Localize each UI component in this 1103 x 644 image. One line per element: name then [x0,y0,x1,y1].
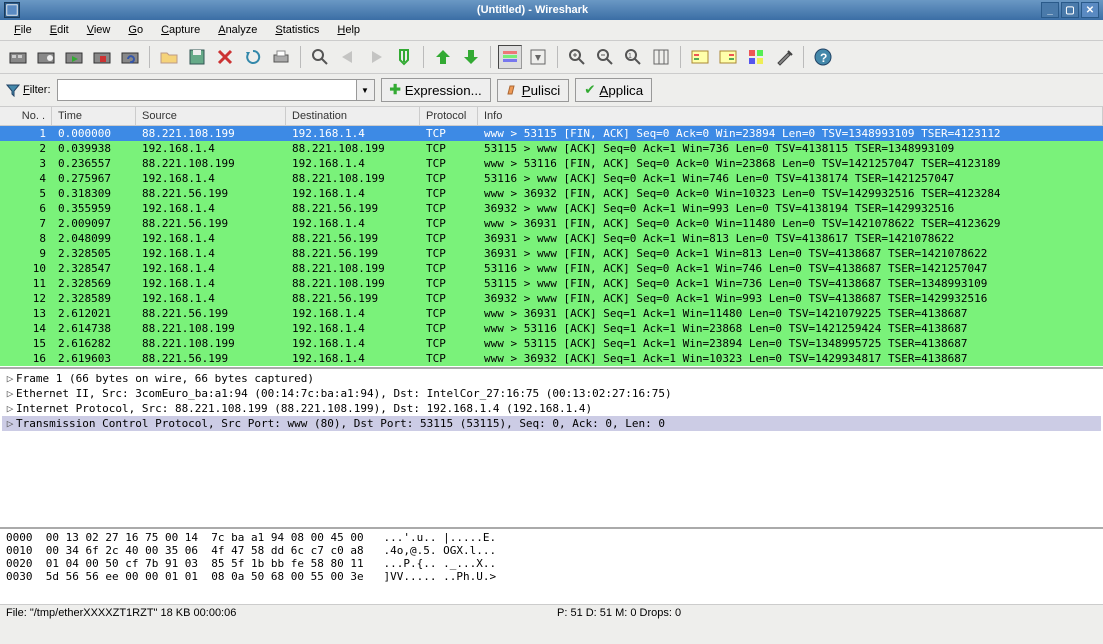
zoom-out-icon[interactable] [593,45,617,69]
col-header-time[interactable]: Time [52,107,136,125]
col-header-no[interactable]: No. . [0,107,52,125]
menu-capture[interactable]: Capture [153,22,208,38]
open-icon[interactable] [157,45,181,69]
filter-input[interactable] [57,79,357,101]
packet-details[interactable]: ▷ Frame 1 (66 bytes on wire, 66 bytes ca… [0,369,1103,529]
tree-toggle-icon[interactable]: ▷ [4,417,16,430]
status-right [837,607,1097,619]
hex-row[interactable]: 0030 5d 56 56 ee 00 00 01 01 08 0a 50 68… [6,570,1097,583]
reload-icon[interactable] [241,45,265,69]
hex-row[interactable]: 0020 01 04 00 50 cf 7b 91 03 85 5f 1b bb… [6,557,1097,570]
colorize-icon[interactable] [498,45,522,69]
coloring-rules-icon[interactable] [744,45,768,69]
filter-icon [6,83,20,97]
filter-bar: Filter: ▼ ✚ Expression... Pulisci ✔ Appl… [0,74,1103,107]
packet-row[interactable]: 50.31830988.221.56.199192.168.1.4TCPwww … [0,186,1103,201]
packet-row[interactable]: 92.328505192.168.1.488.221.56.199TCP3693… [0,246,1103,261]
expression-button[interactable]: ✚ Expression... [381,78,491,102]
packet-row[interactable]: 40.275967192.168.1.488.221.108.199TCP531… [0,171,1103,186]
capture-filters-icon[interactable] [688,45,712,69]
maximize-button[interactable]: ▢ [1061,2,1079,18]
packet-list[interactable]: No. . Time Source Destination Protocol I… [0,107,1103,369]
save-icon[interactable] [185,45,209,69]
packet-row[interactable]: 162.61960388.221.56.199192.168.1.4TCPwww… [0,351,1103,366]
go-to-packet-icon[interactable] [392,45,416,69]
auto-scroll-icon[interactable] [526,45,550,69]
packet-row[interactable]: 20.039938192.168.1.488.221.108.199TCP531… [0,141,1103,156]
col-header-dest[interactable]: Destination [286,107,420,125]
col-header-source[interactable]: Source [136,107,286,125]
restart-capture-icon[interactable] [118,45,142,69]
packet-bytes[interactable]: 0000 00 13 02 27 16 75 00 14 7c ba a1 94… [0,529,1103,604]
app-icon [4,2,20,18]
detail-row[interactable]: ▷ Transmission Control Protocol, Src Por… [2,416,1101,431]
packet-row[interactable]: 60.355959192.168.1.488.221.56.199TCP3693… [0,201,1103,216]
clear-button[interactable]: Pulisci [497,79,570,102]
options-icon[interactable] [34,45,58,69]
help-icon[interactable]: ? [811,45,835,69]
menubar: File Edit View Go Capture Analyze Statis… [0,20,1103,41]
packet-row[interactable]: 72.00909788.221.56.199192.168.1.4TCPwww … [0,216,1103,231]
toolbar: 1 ? [0,41,1103,74]
print-icon[interactable] [269,45,293,69]
menu-file[interactable]: File [6,22,40,38]
packet-row[interactable]: 132.61202188.221.56.199192.168.1.4TCPwww… [0,306,1103,321]
packet-row[interactable]: 152.61628288.221.108.199192.168.1.4TCPww… [0,336,1103,351]
packet-list-header: No. . Time Source Destination Protocol I… [0,107,1103,126]
filter-label[interactable]: Filter: [6,83,51,97]
window-title: (Untitled) - Wireshark [24,4,1041,16]
svg-text:1: 1 [628,53,632,60]
menu-help[interactable]: Help [329,22,368,38]
detail-row[interactable]: ▷ Frame 1 (66 bytes on wire, 66 bytes ca… [2,371,1101,386]
hex-row[interactable]: 0010 00 34 6f 2c 40 00 35 06 4f 47 58 dd… [6,544,1097,557]
menu-view[interactable]: View [79,22,119,38]
status-packets: P: 51 D: 51 M: 0 Drops: 0 [557,607,837,619]
packet-row[interactable]: 10.00000088.221.108.199192.168.1.4TCPwww… [0,126,1103,141]
menu-go[interactable]: Go [120,22,151,38]
packet-row[interactable]: 82.048099192.168.1.488.221.56.199TCP3693… [0,231,1103,246]
find-icon[interactable] [308,45,332,69]
apply-button[interactable]: ✔ Applica [575,78,652,102]
packet-row[interactable]: 102.328547192.168.1.488.221.108.199TCP53… [0,261,1103,276]
zoom-reset-icon[interactable]: 1 [621,45,645,69]
close-button[interactable]: ✕ [1081,2,1099,18]
statusbar: File: "/tmp/etherXXXXZT1RZT" 18 KB 00:00… [0,604,1103,621]
start-capture-icon[interactable] [62,45,86,69]
tree-toggle-icon[interactable]: ▷ [4,387,16,400]
packet-row[interactable]: 112.328569192.168.1.488.221.108.199TCP53… [0,276,1103,291]
packet-row[interactable]: 142.61473888.221.108.199192.168.1.4TCPww… [0,321,1103,336]
col-header-proto[interactable]: Protocol [420,107,478,125]
resize-columns-icon[interactable] [649,45,673,69]
detail-row[interactable]: ▷ Ethernet II, Src: 3comEuro_ba:a1:94 (0… [2,386,1101,401]
minimize-button[interactable]: _ [1041,2,1059,18]
menu-statistics[interactable]: Statistics [267,22,327,38]
filter-dropdown[interactable]: ▼ [357,79,375,101]
preferences-icon[interactable] [772,45,796,69]
stop-capture-icon[interactable] [90,45,114,69]
detail-row[interactable]: ▷ Internet Protocol, Src: 88.221.108.199… [2,401,1101,416]
menu-edit[interactable]: Edit [42,22,77,38]
menu-analyze[interactable]: Analyze [210,22,265,38]
go-back-icon[interactable] [336,45,360,69]
packet-row[interactable]: 30.23655788.221.108.199192.168.1.4TCPwww… [0,156,1103,171]
col-header-info[interactable]: Info [478,107,1103,125]
titlebar: (Untitled) - Wireshark _ ▢ ✕ [0,0,1103,20]
close-file-icon[interactable] [213,45,237,69]
packet-row[interactable]: 122.328589192.168.1.488.221.56.199TCP369… [0,291,1103,306]
go-first-icon[interactable] [431,45,455,69]
tree-toggle-icon[interactable]: ▷ [4,372,16,385]
svg-text:?: ? [820,51,827,65]
tree-toggle-icon[interactable]: ▷ [4,402,16,415]
interfaces-icon[interactable] [6,45,30,69]
status-file: File: "/tmp/etherXXXXZT1RZT" 18 KB 00:00… [6,607,557,619]
hex-row[interactable]: 0000 00 13 02 27 16 75 00 14 7c ba a1 94… [6,531,1097,544]
display-filters-icon[interactable] [716,45,740,69]
go-forward-icon[interactable] [364,45,388,69]
zoom-in-icon[interactable] [565,45,589,69]
go-last-icon[interactable] [459,45,483,69]
